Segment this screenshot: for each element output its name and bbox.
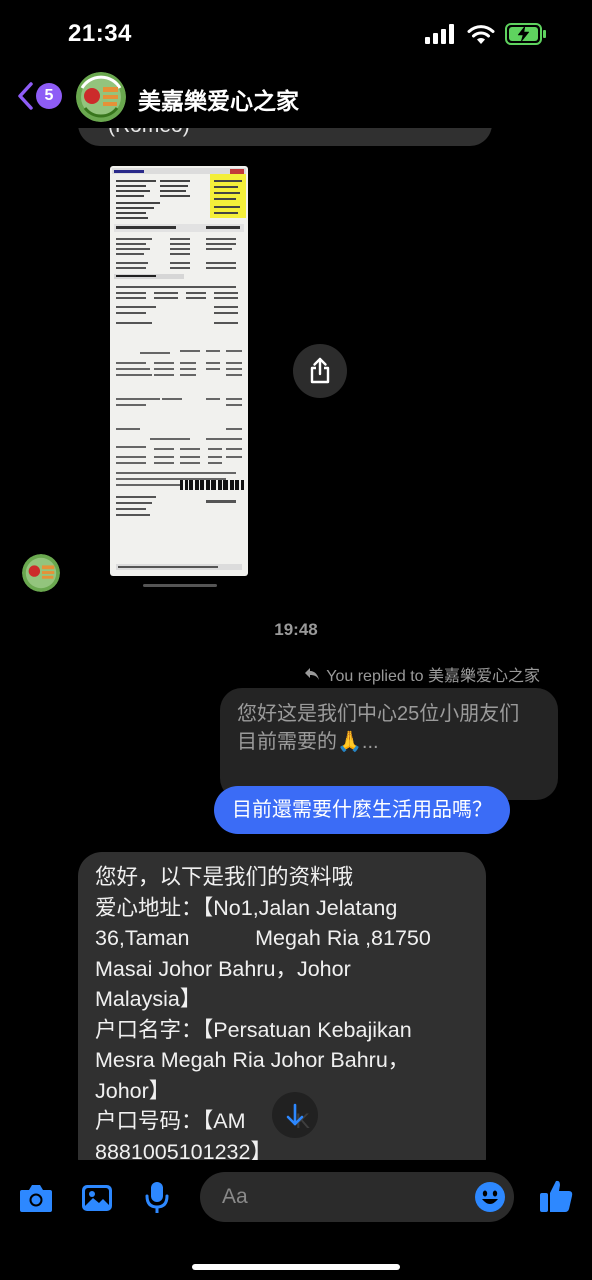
battery-charging-icon — [505, 23, 546, 45]
chevron-left-icon — [18, 82, 33, 110]
quoted-message-bubble[interactable]: 您好这是我们中心25位小朋友们 目前需要的🙏... — [220, 688, 558, 800]
sender-avatar — [22, 554, 60, 592]
message-line: 户口名字：【Persatuan Kebajikan — [95, 1017, 412, 1042]
reply-context: You replied to 美嘉樂爱心之家 — [304, 662, 540, 686]
replied-to-label: You replied to 美嘉樂爱心之家 — [326, 668, 540, 685]
thumbs-up-icon[interactable] — [538, 1178, 574, 1214]
message-input[interactable] — [200, 1172, 514, 1222]
message-line: Masai Johor Bahru，Johor — [95, 956, 351, 981]
message-line: 爱心地址：【No1,Jalan Jelatang — [95, 895, 398, 920]
signal-icon — [425, 24, 454, 44]
home-indicator — [192, 1264, 400, 1270]
account-number-link[interactable]: 8881005101232】 — [95, 1137, 468, 1161]
message-line-part: 户口号码：【AM — [95, 1109, 246, 1133]
status-bar: 21:34 — [0, 0, 592, 64]
back-button[interactable]: 5 — [16, 78, 66, 114]
gallery-icon[interactable] — [80, 1182, 114, 1214]
reply-icon — [305, 668, 320, 680]
quoted-message-line: 您好这是我们中心25位小朋友们 — [237, 703, 520, 725]
scroll-to-bottom-button[interactable] — [272, 1092, 318, 1138]
message-timestamp: 19:48 — [274, 620, 318, 639]
emoji-icon[interactable] — [474, 1181, 506, 1213]
microphone-icon[interactable] — [144, 1180, 170, 1216]
status-time: 21:34 — [68, 20, 132, 47]
arrow-down-icon — [286, 1103, 304, 1126]
share-icon — [310, 357, 330, 384]
wifi-icon — [467, 25, 495, 44]
electricity-bill-photo[interactable] — [110, 166, 248, 576]
message-line: Mesra Megah Ria Johor Bahru， — [95, 1048, 410, 1072]
unread-badge: 5 — [36, 83, 62, 109]
message-composer — [0, 1160, 592, 1280]
camera-icon[interactable] — [18, 1182, 54, 1214]
message-line: 您好，以下是我们的资料哦 — [95, 865, 354, 889]
image-scroll-indicator — [143, 584, 217, 587]
share-button[interactable] — [293, 344, 347, 398]
message-line: Malaysia】 — [95, 987, 202, 1011]
contact-avatar[interactable] — [76, 72, 126, 122]
quoted-message-line: 目前需要的🙏... — [237, 731, 379, 753]
message-line: 36,Taman Megah Ria ,81750 — [95, 926, 431, 950]
sent-message-bubble[interactable]: 目前還需要什麼生活用品嗎？ — [214, 786, 510, 834]
conversation-header: 5 美嘉樂爱心之家 — [0, 64, 592, 128]
chat-area[interactable]: (Romeo) — [0, 0, 592, 1160]
conversation-title[interactable]: 美嘉樂爱心之家 — [138, 82, 299, 116]
